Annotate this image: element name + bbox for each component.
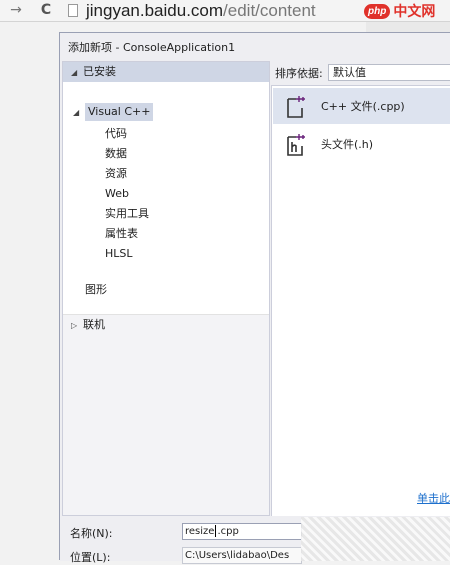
tree-item-graphics[interactable]: 图形 xyxy=(85,281,107,299)
address-bar[interactable]: jingyan.baidu.com/edit/content xyxy=(86,0,316,22)
name-value-before-caret: resize xyxy=(185,526,215,537)
dialog-title: 添加新项 - ConsoleApplication1 xyxy=(68,41,236,54)
name-value-after-caret: .cpp xyxy=(217,526,239,537)
page-icon xyxy=(68,4,78,17)
sort-bar: 排序依据: 默认值 xyxy=(271,61,450,83)
mosaic-blur xyxy=(301,517,450,561)
header-file-icon xyxy=(287,134,305,156)
installed-header[interactable]: ◢ 已安装 xyxy=(63,62,269,82)
tree-item-property-sheet[interactable]: 属性表 xyxy=(105,225,138,243)
sort-label: 排序依据: xyxy=(275,67,323,80)
browser-toolbar: → C jingyan.baidu.com/edit/content php 中… xyxy=(0,0,450,22)
forward-arrow-icon[interactable]: → xyxy=(8,2,24,18)
online-header[interactable]: ▷ 联机 xyxy=(63,315,269,335)
cpp-file-icon xyxy=(287,96,305,118)
reload-icon[interactable]: C xyxy=(38,2,54,18)
category-panel: ◢ 已安装 ◢ Visual C++ 代码 数据 资源 Web 实用工具 属性表 H… xyxy=(62,61,270,516)
template-item-header[interactable]: 头文件(.h) xyxy=(273,126,450,162)
add-new-item-dialog: 添加新项 - ConsoleApplication1 ◢ 已安装 ◢ Visual … xyxy=(59,32,450,564)
location-input[interactable]: C:\Users\lidabao\Des xyxy=(182,547,302,564)
url-domain: jingyan.baidu.com xyxy=(86,1,224,20)
template-label: C++ 文件(.cpp) xyxy=(321,100,405,113)
tree-item-utility[interactable]: 实用工具 xyxy=(105,205,149,223)
file-fields: 名称(N): resize .cpp 位置(L): C:\Users\lidaba… xyxy=(60,517,450,564)
tree-item-resource[interactable]: 资源 xyxy=(105,165,127,183)
online-templates-link[interactable]: 单击此 xyxy=(417,490,450,506)
collapsed-triangle-icon: ▷ xyxy=(71,321,78,330)
sort-dropdown[interactable]: 默认值 xyxy=(328,64,450,81)
template-item-cpp[interactable]: C++ 文件(.cpp) xyxy=(273,88,450,124)
visual-cpp-label: Visual C++ xyxy=(85,103,154,121)
tree-item-data[interactable]: 数据 xyxy=(105,145,127,163)
online-area xyxy=(63,315,269,515)
tree-item-visual-cpp[interactable]: ◢ Visual C++ xyxy=(73,103,154,121)
site-watermark: php 中文网 xyxy=(364,0,435,22)
tree-item-web[interactable]: Web xyxy=(105,185,129,203)
expanded-triangle-icon: ◢ xyxy=(73,108,80,117)
online-label: 联机 xyxy=(83,318,105,331)
installed-label: 已安装 xyxy=(83,65,116,78)
location-label: 位置(L): xyxy=(70,551,111,564)
watermark-text: 中文网 xyxy=(393,3,436,20)
expanded-triangle-icon: ◢ xyxy=(71,68,78,77)
watermark-badge: php xyxy=(364,3,391,19)
name-label: 名称(N): xyxy=(70,527,113,540)
template-list: C++ 文件(.cpp) 头文件(.h) 单击此 xyxy=(271,85,450,516)
name-input[interactable]: resize .cpp xyxy=(182,523,302,540)
tree-item-hlsl[interactable]: HLSL xyxy=(105,245,133,263)
url-path: /edit/content xyxy=(223,1,316,20)
tree-item-code[interactable]: 代码 xyxy=(105,125,127,143)
template-label: 头文件(.h) xyxy=(321,138,374,151)
